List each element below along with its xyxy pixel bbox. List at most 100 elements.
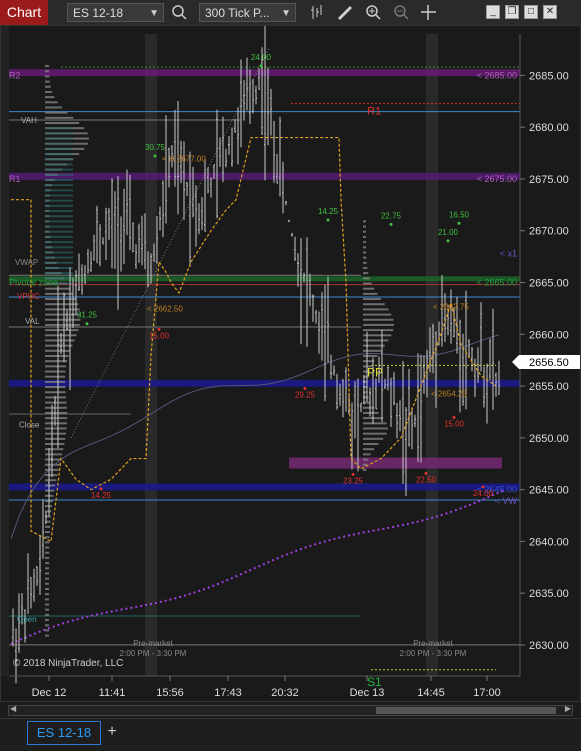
- volume-profile-bar: [363, 468, 367, 471]
- x-tick-label: 17:43: [214, 687, 242, 699]
- close-button[interactable]: ✕: [543, 5, 557, 19]
- x-tick-label: 11:41: [99, 687, 126, 699]
- x-tick-label: 20:32: [271, 687, 299, 699]
- restore-button[interactable]: ❐: [505, 5, 519, 19]
- y-tick-label: 2640.00: [529, 536, 569, 548]
- minimize-button[interactable]: _: [486, 5, 500, 19]
- value-area-bar: [45, 204, 73, 207]
- scrollbar-thumb[interactable]: [376, 707, 556, 714]
- x-tick-label: 15:56: [156, 687, 184, 699]
- y-tick-label: 2670.00: [529, 226, 569, 238]
- volume-profile-bar: [45, 525, 51, 528]
- volume-profile-bar: [363, 246, 367, 249]
- volume-profile-bar: [45, 344, 73, 347]
- drawing-tools-icon[interactable]: [336, 3, 355, 22]
- volume-profile-bar: [45, 624, 50, 627]
- volume-profile-bar: [45, 308, 80, 311]
- volume-profile-bar: [45, 323, 80, 326]
- volume-profile-bar: [45, 96, 55, 99]
- value-area-bar: [45, 199, 73, 202]
- volume-profile-bar: [45, 417, 68, 420]
- chart-tab[interactable]: Chart: [0, 0, 48, 25]
- x1-right-label: < x1: [500, 249, 517, 259]
- crosshair-icon[interactable]: [419, 3, 438, 22]
- swing-low-label: 23.25: [343, 476, 364, 485]
- swing-high-dot: [457, 221, 461, 225]
- volume-profile-bar: [45, 458, 62, 461]
- swing-high-dot: [326, 218, 330, 222]
- zoom-out-icon[interactable]: [392, 3, 411, 22]
- instrument-selector[interactable]: ES 12-18 ▼: [67, 3, 164, 22]
- price-chart-panel[interactable]: R2 VAH R1 R1 VWAP Pivotal zone VPOC VAL Close Ope…: [0, 23, 581, 702]
- volume-profile-bar: [45, 355, 69, 357]
- volume-profile-bar: [45, 116, 74, 119]
- volume-profile-bar: [45, 298, 77, 301]
- vw-right-label: < VW: [495, 496, 518, 506]
- y-tick-label: 2685.00: [529, 70, 569, 82]
- volume-profile-bar: [45, 613, 50, 616]
- volume-profile-bar: [45, 380, 66, 383]
- zoom-in-icon[interactable]: [364, 3, 383, 22]
- volume-profile-bar: [45, 329, 79, 332]
- scroll-right-arrow[interactable]: ▶: [565, 704, 571, 713]
- swing-high-label: 14.25: [318, 207, 339, 216]
- pivotal-zone-band: [9, 276, 520, 282]
- volume-profile-bar: [45, 562, 50, 565]
- swing-low-label: 15.00: [444, 419, 465, 428]
- y-tick-label: 2655.00: [529, 381, 569, 393]
- volume-profile-bar: [45, 608, 50, 611]
- volume-profile-bar: [363, 448, 375, 451]
- value-area-bar: [45, 256, 73, 259]
- horizontal-scrollbar[interactable]: ◀ ▶: [8, 704, 573, 716]
- session-title-1: Pre-market: [133, 639, 173, 648]
- volume-profile-bar: [363, 355, 378, 357]
- r1-right-label: < 2675.00: [477, 174, 517, 184]
- volume-profile-bar: [363, 256, 367, 259]
- value-area-bar: [45, 163, 73, 166]
- volume-profile-bar: [45, 577, 50, 580]
- volume-profile-bar: [45, 370, 66, 373]
- volume-profile-bar: [45, 572, 50, 575]
- add-tab-button[interactable]: +: [104, 722, 120, 742]
- volume-profile-bar: [45, 582, 50, 585]
- tab-es-12-18[interactable]: ES 12-18: [27, 721, 101, 745]
- volume-profile-bar: [45, 386, 66, 389]
- value-area-bar: [45, 210, 73, 213]
- volume-profile-bar: [45, 593, 50, 596]
- y-tick-label: 2630.00: [529, 640, 569, 652]
- r1-label: R1: [367, 106, 381, 118]
- value-area-bar: [45, 230, 73, 233]
- volume-profile-bar: [45, 505, 52, 508]
- volume-profile-bar: [363, 349, 381, 352]
- price-chart[interactable]: R2 VAH R1 R1 VWAP Pivotal zone VPOC VAL Close Ope…: [1, 23, 580, 701]
- y-tick-label: 2635.00: [529, 588, 569, 600]
- swing-low-dot: [99, 487, 103, 491]
- value-area-bar: [45, 194, 73, 197]
- scroll-left-arrow[interactable]: ◀: [10, 704, 16, 713]
- volume-profile-bar: [45, 422, 67, 425]
- volume-profile-bar: [45, 101, 58, 104]
- volume-profile-bar: [45, 453, 63, 456]
- volume-profile-bar: [45, 70, 50, 73]
- maximize-button[interactable]: □: [524, 5, 538, 19]
- interval-selector[interactable]: 300 Tick P... ▼: [199, 3, 296, 22]
- volume-profile-bar: [45, 313, 81, 316]
- pivotal-zone-label: Pivotal zone: [9, 278, 58, 288]
- swing-low-dot: [351, 472, 355, 476]
- last-price-label: 2656.50: [529, 357, 569, 369]
- swing-high-label: 16.50: [449, 210, 470, 219]
- value-area-bar: [45, 132, 73, 135]
- bar-style-icon[interactable]: [308, 3, 327, 22]
- y-tick-label: 2660.00: [529, 329, 569, 341]
- volume-profile-bar: [45, 437, 66, 440]
- swing-low-dot: [157, 327, 161, 331]
- y-tick-label: 2645.00: [529, 485, 569, 497]
- swing-low-label: 24.00: [473, 489, 494, 498]
- x-tick-label: 17:00: [473, 687, 501, 699]
- volume-profile-bar: [363, 411, 379, 414]
- price-marker-label: < H.2677.00: [162, 154, 206, 163]
- volume-profile-bar: [45, 619, 50, 622]
- volume-profile-bar: [45, 65, 50, 68]
- search-icon[interactable]: [170, 3, 189, 22]
- volume-profile-bar: [45, 401, 67, 404]
